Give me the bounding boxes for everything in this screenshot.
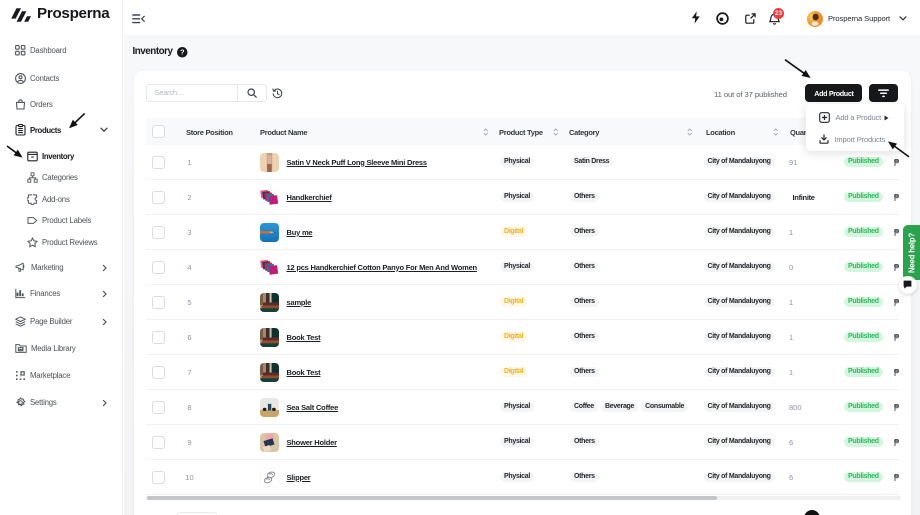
svg-text:?: ? <box>180 49 184 57</box>
